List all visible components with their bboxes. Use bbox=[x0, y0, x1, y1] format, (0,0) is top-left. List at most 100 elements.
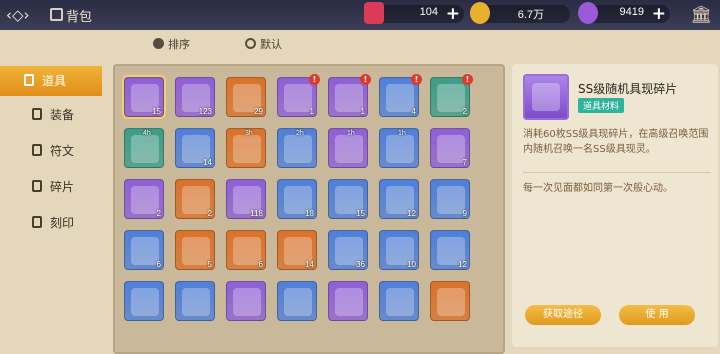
inventory-slot[interactable] bbox=[226, 281, 266, 321]
inventory-slot[interactable] bbox=[124, 281, 164, 321]
item-detail-panel: SS级随机具现碎片 道具材料 消耗60枚SS级具现碎片，在高级召唤范围内随机召唤… bbox=[512, 64, 718, 347]
item-count: 15 bbox=[356, 209, 365, 218]
inventory-slot[interactable]: 2! bbox=[430, 74, 473, 117]
inventory-slot[interactable]: 12 bbox=[430, 230, 470, 270]
item-count: 36 bbox=[356, 260, 365, 269]
sort-mode-button[interactable]: 默认 bbox=[245, 36, 282, 52]
inventory-slot[interactable]: 118 bbox=[226, 179, 266, 219]
inventory-slot[interactable]: 15 bbox=[124, 77, 164, 117]
item-icon bbox=[335, 135, 363, 163]
gold-resource: 6.7万 bbox=[470, 2, 570, 24]
item-count: 118 bbox=[250, 209, 263, 218]
inventory-slot[interactable]: 1h bbox=[379, 128, 419, 168]
item-count: 2 bbox=[156, 209, 161, 218]
page-title: 背包 bbox=[66, 10, 93, 25]
add-ticket-button[interactable]: + bbox=[446, 4, 460, 24]
rune-icon bbox=[32, 144, 42, 156]
inventory-slot[interactable]: 5 bbox=[175, 230, 215, 270]
item-icon bbox=[335, 84, 363, 112]
ticket-resource: 104 + bbox=[364, 2, 464, 24]
item-count: 29 bbox=[254, 107, 263, 116]
obtain-source-button[interactable]: 获取途径 bbox=[525, 305, 601, 325]
inventory-slot[interactable]: 2h bbox=[277, 128, 317, 168]
item-icon bbox=[437, 186, 465, 214]
inventory-slot[interactable]: 36 bbox=[328, 230, 368, 270]
inventory-slot[interactable]: 7 bbox=[430, 128, 470, 168]
back-button[interactable]: ‹◇› bbox=[6, 6, 42, 24]
seal-icon bbox=[32, 216, 42, 228]
inventory-slot[interactable]: 12 bbox=[379, 179, 419, 219]
gold-value: 6.7万 bbox=[517, 9, 544, 21]
cooldown-timer: 1h bbox=[398, 130, 406, 137]
inventory-slot[interactable]: 6 bbox=[226, 230, 266, 270]
radio-icon bbox=[245, 38, 256, 49]
item-count: 6 bbox=[156, 260, 161, 269]
tab-label: 符文 bbox=[50, 144, 75, 158]
inventory-slot[interactable]: 15 bbox=[328, 179, 368, 219]
inventory-slot[interactable] bbox=[328, 281, 368, 321]
item-icon bbox=[131, 135, 159, 163]
inventory-slot[interactable] bbox=[379, 281, 419, 321]
gem-resource: 9419 + bbox=[578, 2, 670, 24]
inventory-slot[interactable]: 123 bbox=[175, 77, 215, 117]
tab-label: 装备 bbox=[50, 108, 75, 122]
inventory-slot[interactable]: 18 bbox=[277, 179, 317, 219]
use-button[interactable]: 使 用 bbox=[619, 305, 695, 325]
inventory-slot[interactable]: 14 bbox=[175, 128, 215, 168]
inventory-slot[interactable]: 6 bbox=[124, 230, 164, 270]
item-icon bbox=[335, 288, 363, 316]
inventory-slot[interactable]: 14 bbox=[277, 230, 317, 270]
inventory-slot[interactable] bbox=[430, 281, 470, 321]
tab-runes[interactable]: 符文 bbox=[8, 136, 102, 166]
tab-fragments[interactable]: 碎片 bbox=[8, 172, 102, 202]
fragment-icon bbox=[32, 180, 42, 192]
inventory-slot[interactable]: 1! bbox=[328, 74, 371, 117]
fragment-card-icon bbox=[532, 83, 560, 111]
item-description: 消耗60枚SS级具现碎片，在高级召唤范围内随机召唤一名SS级具现灵。 bbox=[523, 129, 709, 155]
inventory-slot[interactable]: 2 bbox=[124, 179, 164, 219]
inventory-slot[interactable]: 2 bbox=[175, 179, 215, 219]
item-count: 4 bbox=[411, 107, 416, 116]
tab-label: 碎片 bbox=[50, 180, 75, 194]
tab-seals[interactable]: 刻印 bbox=[8, 208, 102, 238]
tab-equipment[interactable]: 装备 bbox=[8, 100, 102, 130]
cooldown-timer: 3h bbox=[245, 130, 253, 137]
inventory-slot[interactable] bbox=[277, 281, 317, 321]
cooldown-timer: 2h bbox=[296, 130, 304, 137]
inventory-slot[interactable]: 1! bbox=[277, 74, 320, 117]
category-sidebar: 道具 装备 符文 碎片 刻印 bbox=[0, 60, 108, 347]
item-count: 6 bbox=[258, 260, 263, 269]
sort-order-label: 排序 bbox=[168, 38, 190, 51]
sort-mode-label: 默认 bbox=[260, 38, 282, 51]
inventory-slot[interactable]: 4! bbox=[379, 74, 422, 117]
inventory-slot[interactable]: 9 bbox=[430, 179, 470, 219]
item-count: 5 bbox=[207, 260, 212, 269]
item-icon bbox=[131, 288, 159, 316]
home-icon[interactable]: 🏛 bbox=[688, 5, 714, 25]
bag-icon bbox=[50, 8, 63, 21]
item-count: 123 bbox=[198, 107, 212, 116]
tab-items[interactable]: 道具 bbox=[0, 66, 102, 96]
inventory-slot[interactable]: 3h bbox=[226, 128, 266, 168]
item-icon bbox=[437, 135, 465, 163]
item-icon bbox=[233, 135, 261, 163]
sort-order-button[interactable]: 排序 bbox=[153, 36, 190, 52]
item-count: 1 bbox=[360, 107, 365, 116]
inventory-slot[interactable]: 4h bbox=[124, 128, 164, 168]
item-icon bbox=[131, 237, 159, 265]
cooldown-timer: 4h bbox=[143, 130, 151, 137]
selected-item-icon bbox=[523, 74, 569, 120]
add-gem-button[interactable]: + bbox=[652, 4, 666, 24]
new-alert-badge: ! bbox=[411, 74, 422, 85]
sort-header: 排序 默认 bbox=[113, 34, 720, 54]
inventory-slot[interactable]: 1h bbox=[328, 128, 368, 168]
item-icon bbox=[386, 135, 414, 163]
item-type-badge: 道具材料 bbox=[578, 98, 625, 113]
item-icon bbox=[233, 237, 261, 265]
inventory-slot[interactable]: 29 bbox=[226, 77, 266, 117]
item-icon bbox=[386, 84, 414, 112]
inventory-slot[interactable]: 10 bbox=[379, 230, 419, 270]
inventory-slot[interactable] bbox=[175, 281, 215, 321]
item-count: 12 bbox=[458, 260, 467, 269]
item-icon bbox=[437, 84, 465, 112]
